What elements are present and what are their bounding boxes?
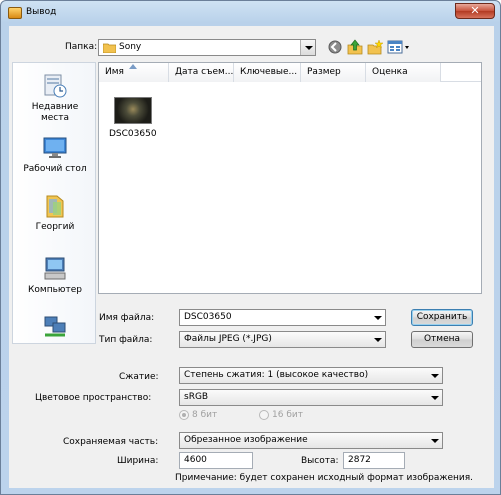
folder-value: Sony [119,42,142,52]
filetype-label: Тип файла: [99,335,153,345]
computer-icon [44,257,66,280]
place-desktop[interactable]: Рабочий стол [13,135,97,174]
filetype-value: Файлы JPEG (*.JPG) [184,334,272,344]
width-label: Ширина: [117,456,159,466]
file-list[interactable]: Имя Дата съем... Ключевые... Размер Оцен… [98,62,482,294]
save-dialog-window: Вывод ✕ Папка: Sony Недавние места Рабоч… [0,0,501,495]
bit8-radio[interactable] [179,410,189,420]
folder-combo[interactable]: Sony [98,39,316,56]
part-combo[interactable]: Обрезанное изображение [179,432,443,449]
place-recent-label: Недавние места [31,102,79,123]
column-header-rating[interactable]: Оценка [366,63,441,82]
dialog-client-area: Папка: Sony Недавние места Рабочий стол … [9,26,494,488]
compression-label: Сжатие: [119,372,159,382]
colorspace-value: sRGB [184,392,209,402]
place-desktop-label: Рабочий стол [23,164,87,174]
place-network[interactable] [13,315,97,343]
height-label: Высота: [301,456,339,466]
filename-label: Имя файла: [99,313,155,323]
save-button[interactable]: Сохранить [411,309,473,326]
chevron-down-icon[interactable] [300,40,315,55]
bit16-label: 16 бит [272,410,303,420]
height-field[interactable]: 2872 [343,452,405,469]
folder-icon [103,43,116,53]
bit16-radio[interactable] [259,410,269,420]
recent-places-icon [44,74,67,98]
new-folder-icon[interactable] [367,39,383,55]
place-user-label: Георгий [35,222,75,232]
filename-combo[interactable]: DSC03650 [179,309,386,326]
filename-value[interactable]: DSC03650 [184,312,232,322]
app-icon [8,7,22,19]
chevron-down-icon[interactable] [370,310,385,325]
up-folder-icon[interactable] [347,39,363,55]
title-bar[interactable]: Вывод ✕ [1,1,500,25]
places-bar: Недавние места Рабочий стол Георгий Комп… [12,62,96,344]
colorspace-combo[interactable]: sRGB [179,389,443,406]
place-user[interactable]: Георгий [13,193,97,232]
column-header-keywords[interactable]: Ключевые... [234,63,301,82]
back-icon[interactable] [328,40,342,54]
close-button[interactable]: ✕ [455,3,495,19]
file-item[interactable]: DSC03650 [99,63,169,143]
file-thumbnail [114,97,152,124]
view-menu-icon[interactable] [387,40,411,54]
desktop-icon [43,137,67,158]
network-icon [44,316,66,337]
compression-value: Степень сжатия: 1 (высокое качество) [184,370,369,380]
chevron-down-icon[interactable] [427,368,442,383]
colorspace-label: Цветовое пространство: [35,393,152,403]
chevron-down-icon[interactable] [427,433,442,448]
format-note: Примечание: будет сохранен исходный форм… [175,473,474,483]
column-header-date[interactable]: Дата съем... [169,63,234,82]
part-value: Обрезанное изображение [184,435,308,445]
chevron-down-icon[interactable] [427,390,442,405]
width-field[interactable]: 4600 [179,452,253,469]
file-item-label: DSC03650 [109,129,157,139]
part-label: Сохраняемая часть: [63,437,159,447]
bit8-label: 8 бит [192,410,218,420]
place-computer[interactable]: Компьютер [13,256,97,295]
window-title: Вывод [26,7,57,17]
filetype-combo[interactable]: Файлы JPEG (*.JPG) [179,331,386,348]
compression-combo[interactable]: Степень сжатия: 1 (высокое качество) [179,367,443,384]
chevron-down-icon[interactable] [370,332,385,347]
place-recent[interactable]: Недавние места [13,73,97,124]
column-header-size[interactable]: Размер [301,63,366,82]
user-folder-icon [46,195,64,218]
place-computer-label: Компьютер [28,285,82,295]
folder-label: Папка: [65,42,98,52]
cancel-button[interactable]: Отмена [411,331,473,348]
